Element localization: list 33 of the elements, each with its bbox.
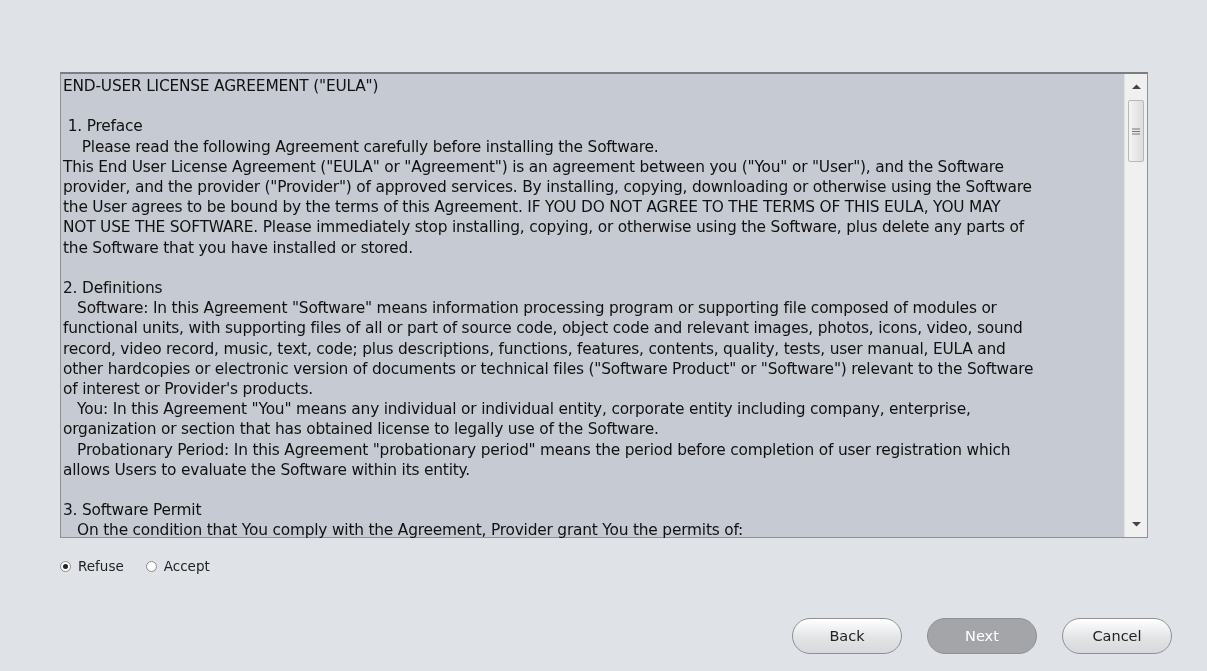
agreement-line: On the condition that You comply with the Agreement, Provider grant You the permits of: — [76, 520, 745, 541]
agreement-line: organization or section that has obtained license to legally use of the Software. — [63, 419, 660, 440]
radio-button[interactable] — [145, 560, 157, 572]
agreement-line: 2. Definitions — [63, 278, 164, 299]
agreement-line: You: In this Agreement "You" means any individual or individual entity, corporate entity including company, enterprise, — [76, 399, 972, 420]
scroll-up-icon[interactable] — [1131, 84, 1141, 90]
agreement-line: of interest or Provider's products. — [63, 379, 314, 400]
agreement-line: Please read the following Agreement carefully before installing the Software. — [80, 136, 660, 157]
radio-option[interactable]: Accept — [145, 558, 210, 574]
radio-label: Refuse — [78, 558, 124, 574]
radio-button[interactable] — [60, 560, 71, 572]
agreement-line: 1. Preface — [66, 116, 144, 137]
license-text-area[interactable] — [60, 72, 1148, 538]
scrollbar[interactable] — [1124, 74, 1147, 537]
scroll-down-icon[interactable] — [1131, 521, 1141, 527]
agreement-line: record, video record, music, text, code; plus descriptions, functions, features, contents, quality, tests, user manual, EULA and — [63, 338, 1007, 359]
radio-option[interactable]: Refuse — [60, 558, 124, 574]
agreement-line: functional units, with supporting files of all or part of source code, object code and relevant images, photos, icons, video, sound — [63, 318, 1024, 339]
agreement-line: NOT USE THE SOFTWARE. Please immediately stop installing, copying, or otherwise using the Software, plus delete any parts of — [63, 217, 1026, 238]
agreement-line: provider, and the provider ("Provider") of approved services. By installing, copying, downloading or otherwise using the Software — [63, 177, 1033, 198]
agreement-line: the Software that you have installed or stored. — [63, 237, 414, 258]
agreement-line: other hardcopies or electronic version of documents or technical files ("Software Product" or "Software") relevant to the Software — [63, 358, 1035, 379]
scroll-thumb[interactable] — [1128, 100, 1144, 162]
agreement-line: 3. Software Permit — [63, 500, 203, 521]
agreement-line: END-USER LICENSE AGREEMENT ("EULA") — [63, 76, 380, 97]
agreement-line: Software: In this Agreement "Software" means information processing program or supporting file composed of modules or — [76, 298, 998, 319]
agreement-line: This End User License Agreement ("EULA" or "Agreement") is an agreement between you ("You" or "User"), and the Software — [63, 156, 1005, 177]
radio-label: Accept — [163, 558, 210, 574]
agreement-line: allows Users to evaluate the Software within its entity. — [63, 459, 471, 481]
wizard-button[interactable]: Cancel — [1062, 618, 1172, 654]
wizard-button[interactable]: Back — [792, 618, 902, 654]
agreement-line: the User agrees to be bound by the terms of this Agreement. IF YOU DO NOT AGREE TO THE TERMS OF THIS EULA, YOU MAY — [63, 197, 1002, 218]
agreement-line: Probationary Period: In this Agreement "probationary period" means the period before completion of user registration which — [76, 439, 1012, 460]
